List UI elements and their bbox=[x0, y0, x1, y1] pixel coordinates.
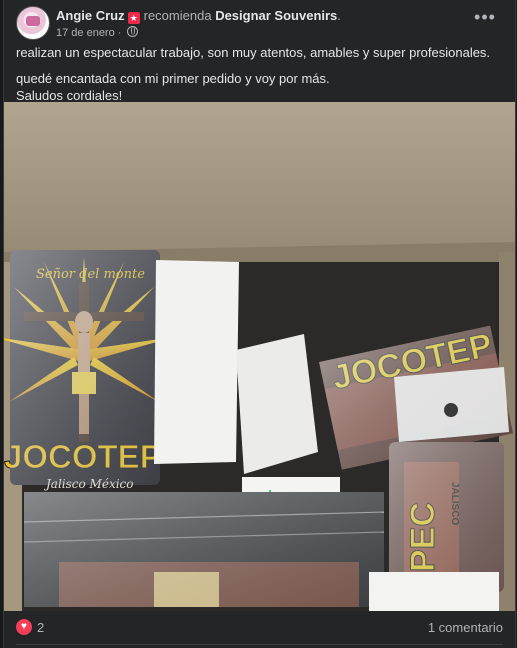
post-text: realizan un espectacular trabajo, son mu… bbox=[16, 44, 503, 104]
post-text-line: quedé encantada con mi primer pedido y v… bbox=[16, 71, 330, 86]
comments-count-link[interactable]: 1 comentario bbox=[428, 620, 503, 635]
post-date[interactable]: 17 de enero bbox=[56, 27, 115, 39]
post-photo[interactable]: Señor del monte JOCOTEP Jalisco México J… bbox=[4, 102, 515, 611]
meta-separator: · bbox=[117, 27, 122, 39]
heart-icon[interactable]: ♥ bbox=[16, 619, 32, 635]
globe-icon bbox=[126, 26, 138, 37]
divider bbox=[16, 644, 503, 645]
author-name[interactable]: Angie Cruz bbox=[56, 8, 125, 23]
post-header: Angie Cruz ★ recomienda Designar Souvenirs… bbox=[16, 6, 503, 40]
post-text-line: realizan un espectacular trabajo, son mu… bbox=[16, 45, 491, 60]
recommend-badge-icon: ★ bbox=[127, 12, 140, 24]
reaction-count[interactable]: 2 bbox=[37, 620, 44, 635]
photo-souvenirs-box: Señor del monte JOCOTEP Jalisco México J… bbox=[4, 102, 515, 611]
more-options-button[interactable]: ••• bbox=[473, 8, 497, 30]
author-line: Angie Cruz ★ recomienda Designar Souvenirs… bbox=[56, 8, 341, 24]
post-card: Angie Cruz ★ recomienda Designar Souvenirs… bbox=[3, 0, 516, 648]
page-name-link[interactable]: Designar Souvenirs bbox=[215, 8, 337, 23]
reactions-bar: ♥ 2 1 comentario bbox=[16, 618, 503, 638]
avatar[interactable] bbox=[16, 6, 50, 40]
post-meta: 17 de enero · bbox=[56, 26, 138, 39]
recommend-text: recomienda bbox=[143, 8, 212, 23]
